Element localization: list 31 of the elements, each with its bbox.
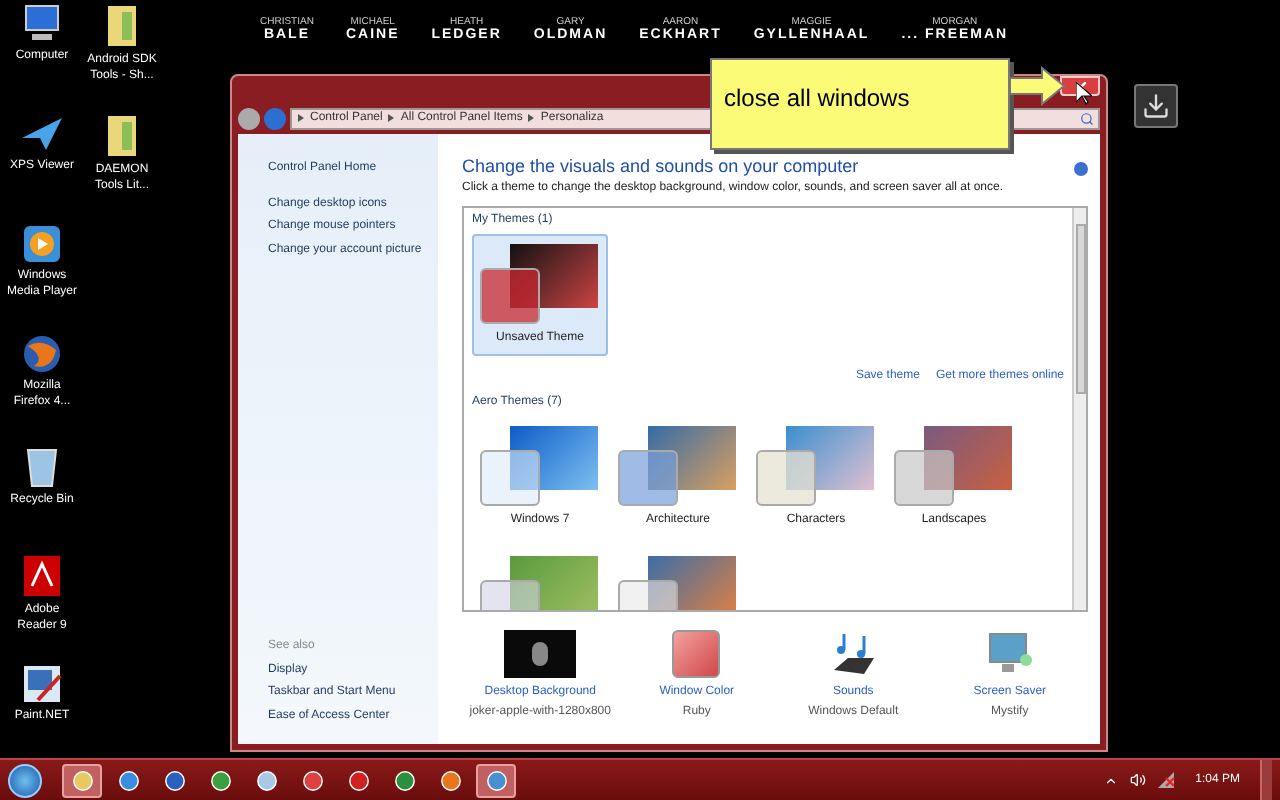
start-button[interactable] — [8, 763, 42, 797]
paper-plane-icon — [20, 114, 64, 154]
document-icon — [22, 554, 62, 598]
chevron-icon — [528, 114, 535, 122]
taskbar-button[interactable] — [476, 763, 516, 797]
circle-icon — [347, 769, 369, 791]
scrollbar[interactable] — [1072, 208, 1086, 610]
theme-thumbnail — [480, 426, 600, 506]
help-icon[interactable] — [1074, 162, 1088, 176]
close-icon — [1075, 81, 1085, 91]
computer-icon — [20, 4, 64, 44]
theme-thumbnail — [480, 244, 600, 324]
theme-thumbnail — [618, 426, 738, 506]
taskbar-button[interactable] — [62, 763, 102, 797]
play-icon — [22, 224, 62, 264]
page-heading: Change the visuals and sounds on your computer — [462, 154, 859, 178]
cursor-icon — [1076, 82, 1092, 106]
bin-icon — [24, 444, 60, 488]
chevron-icon — [388, 114, 395, 122]
download-button[interactable] — [1134, 84, 1178, 128]
network-icon[interactable] — [1157, 772, 1176, 788]
callout-text: close all windows — [724, 84, 910, 112]
color-swatch — [672, 630, 721, 678]
canvas-icon — [22, 664, 62, 704]
theme-thumbnail — [756, 426, 876, 506]
search-icon — [1080, 111, 1094, 125]
back-button[interactable] — [238, 107, 260, 129]
speaker-icon[interactable] — [1129, 772, 1146, 788]
wallpaper-thumbnail — [504, 630, 577, 678]
theme-thumbnail — [894, 426, 1014, 506]
chevron-icon — [298, 114, 304, 122]
